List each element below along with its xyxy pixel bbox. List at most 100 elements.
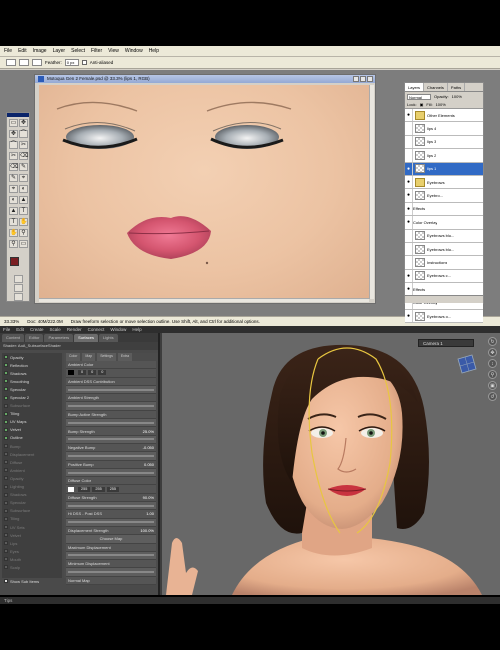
property-toggle[interactable] [4, 508, 8, 513]
property-toggle[interactable] [4, 403, 8, 408]
parameter-slider[interactable] [66, 468, 156, 478]
layer-row[interactable]: lips 2 [405, 149, 483, 163]
property-toggle[interactable] [4, 492, 8, 497]
pan-icon[interactable]: ✥ [488, 348, 497, 357]
tool-icon[interactable]: ✂ [9, 152, 18, 160]
surface-property-item[interactable]: Opacity [2, 353, 62, 361]
mode-icon[interactable] [14, 293, 23, 301]
layer-row[interactable]: ● Eyebro... [405, 189, 483, 203]
slider-track[interactable] [68, 438, 154, 441]
vertical-scrollbar[interactable] [369, 85, 374, 299]
daz-menu-render[interactable]: Render [67, 327, 82, 332]
surface-property-item[interactable]: Tiling [2, 410, 62, 418]
daz-menu-connect[interactable]: Connect [88, 327, 105, 332]
surface-property-item[interactable]: Outline [2, 434, 62, 442]
close-button[interactable] [367, 76, 373, 82]
surface-property-item[interactable]: Bump [2, 442, 62, 450]
tool-icon[interactable]: ◐ [19, 185, 28, 193]
daz-menu-edit[interactable]: Edit [16, 327, 24, 332]
surface-property-item[interactable]: Velvet [2, 426, 62, 434]
property-toggle[interactable] [4, 557, 8, 562]
surface-property-item[interactable]: UV Maps [2, 418, 62, 426]
property-toggle[interactable] [4, 395, 8, 400]
property-toggle[interactable] [4, 516, 8, 521]
feather-input[interactable]: 0 px [64, 59, 79, 66]
tool-icon[interactable]: ⚲ [19, 229, 28, 237]
property-toggle[interactable] [4, 387, 8, 392]
tool-icon[interactable]: ✥ [19, 119, 28, 127]
property-toggle[interactable] [4, 444, 8, 449]
parameter-slider[interactable] [66, 452, 156, 461]
rgb-b[interactable]: 0 [98, 370, 107, 376]
daz-menu-create[interactable]: Create [30, 327, 44, 332]
layer-row[interactable]: ● Other Elements [405, 109, 483, 123]
surface-property-item[interactable]: Opacity [2, 474, 62, 482]
ps-menu-help[interactable]: Help [149, 48, 159, 54]
face-texture-canvas[interactable] [39, 85, 369, 299]
slider-track[interactable] [68, 571, 154, 574]
tool-icon[interactable]: ⚲ [9, 240, 18, 248]
daz-menu-file[interactable]: File [3, 327, 10, 332]
ps-menu-window[interactable]: Window [125, 48, 143, 54]
eye-icon[interactable] [405, 149, 413, 162]
tool-icon[interactable]: ✎ [9, 174, 18, 182]
maximize-button[interactable] [360, 76, 366, 82]
rgb-r[interactable]: 0 [78, 370, 87, 376]
tool-icon[interactable]: ▭ [9, 119, 18, 127]
eye-icon[interactable]: ● [405, 202, 413, 216]
parameter-slider[interactable] [66, 419, 156, 428]
surface-property-item[interactable]: Specular [2, 499, 62, 507]
surface-property-item[interactable]: Lighting [2, 483, 62, 491]
layer-row[interactable]: ● Eyebrows o... [405, 309, 483, 324]
ps-menu-edit[interactable]: Edit [18, 48, 27, 54]
mode-icon[interactable] [14, 284, 23, 292]
lock-icon[interactable]: ▣ [420, 102, 424, 107]
eye-icon[interactable] [405, 135, 413, 149]
surface-property-item[interactable]: Shadows [2, 369, 62, 377]
parameter-slider[interactable] [66, 568, 156, 577]
ps-menu-filter[interactable]: Filter [91, 48, 102, 54]
zoom-icon[interactable]: ⚲ [488, 370, 497, 379]
property-toggle[interactable] [4, 525, 8, 530]
3d-viewport[interactable]: Camera 1 ↻ ✥ ↕ ⚲ ▣ ↺ [162, 333, 500, 595]
tool-icon[interactable]: ▭ [19, 240, 28, 248]
property-toggle[interactable] [4, 533, 8, 538]
parameter-slider[interactable] [66, 385, 156, 395]
zoom-readout[interactable]: 33.33% [4, 317, 19, 326]
tab-channels[interactable]: Channels [424, 83, 448, 91]
foreground-color-swatch[interactable] [10, 257, 19, 266]
property-toggle[interactable] [4, 460, 8, 465]
parameter-value[interactable]: 0.050 [144, 462, 154, 467]
layer-row[interactable]: ● lips 1 [405, 162, 483, 176]
eye-icon[interactable]: ● [405, 269, 413, 283]
mode-icon[interactable] [14, 275, 23, 283]
tool-icon[interactable]: ⌒ [9, 141, 18, 149]
tab-lights[interactable]: Lights [98, 334, 118, 342]
opacity-value[interactable]: 100% [452, 94, 462, 99]
layer-row[interactable]: Instructions [405, 256, 483, 270]
ps-menu-view[interactable]: View [108, 48, 119, 54]
detail-subtab[interactable]: Settings [97, 353, 116, 361]
eye-icon[interactable]: ● [405, 109, 413, 122]
rgb-g[interactable]: 0 [88, 370, 97, 376]
property-toggle[interactable] [4, 476, 8, 481]
parameter-value[interactable]: 1.00 [146, 511, 154, 516]
tab-parameters[interactable]: Parameters [44, 334, 74, 342]
property-toggle[interactable] [4, 411, 8, 416]
parameter-value[interactable]: 25.0% [143, 429, 154, 434]
toolbox-titlebar[interactable] [7, 113, 29, 117]
rgb-b[interactable]: 255 [106, 486, 120, 492]
surface-property-item[interactable]: Tiling [2, 515, 62, 523]
selection-mode-new[interactable] [19, 59, 29, 66]
tool-icon[interactable]: ⌖ [19, 174, 28, 182]
surface-property-item[interactable]: Mouth [2, 555, 62, 563]
slider-track[interactable] [68, 421, 154, 424]
surface-property-item[interactable]: Subsurface [2, 507, 62, 515]
detail-subtab[interactable]: Map [82, 353, 96, 361]
orbit-icon[interactable]: ↻ [488, 337, 497, 346]
rgb-g[interactable]: 255 [92, 486, 105, 492]
surface-property-item[interactable]: Ambient [2, 466, 62, 474]
tool-icon[interactable]: ✋ [9, 229, 18, 237]
show-sub-items-toggle[interactable]: Show Sub Items [2, 577, 62, 585]
surface-property-item[interactable]: Specular [2, 385, 62, 393]
